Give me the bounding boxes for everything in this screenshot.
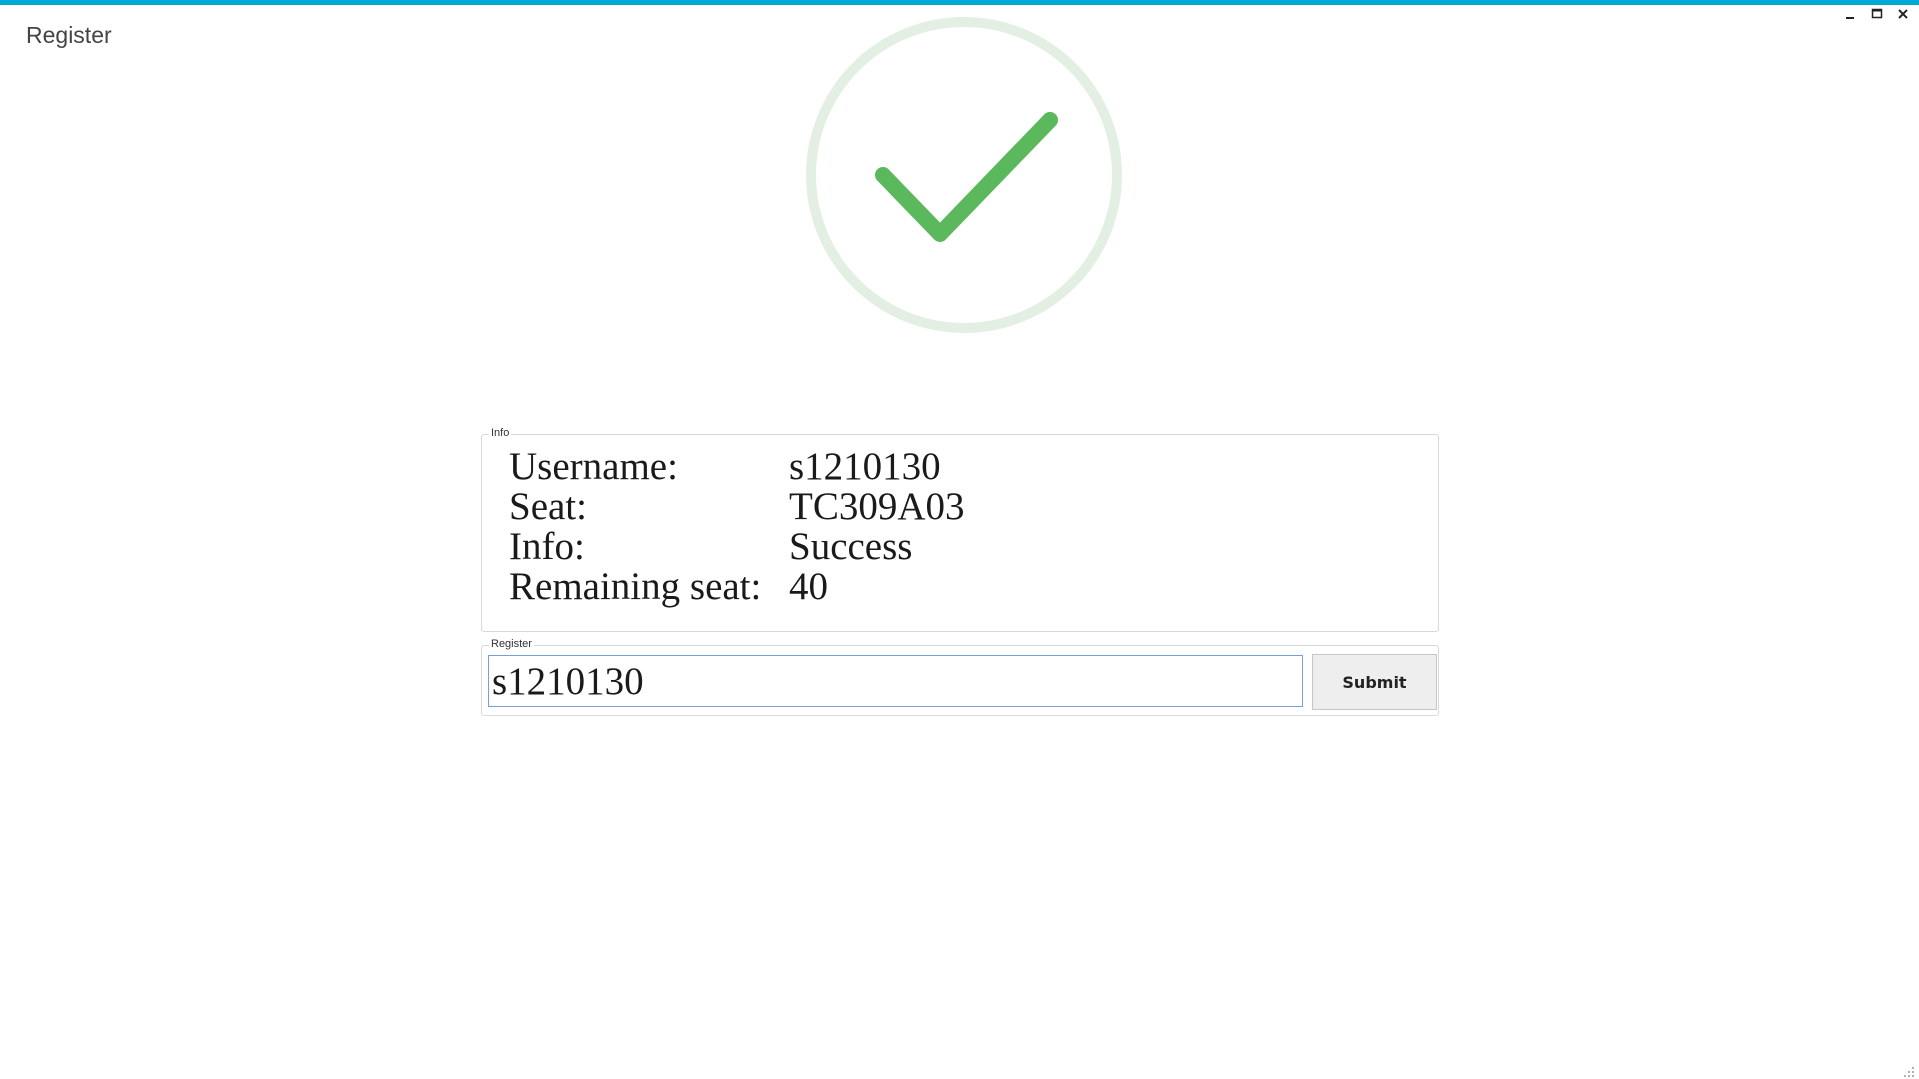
window-controls (1843, 6, 1911, 26)
seat-label: Seat: (509, 485, 587, 528)
success-status-graphic (780, 10, 1145, 375)
remaining-seat-value: 40 (789, 565, 828, 608)
info-label: Info: (509, 525, 585, 568)
info-legend: Info (489, 427, 512, 439)
minimize-icon[interactable] (1843, 6, 1859, 26)
register-groupbox: Register Submit (481, 638, 1439, 716)
checkmark-icon (806, 17, 1122, 333)
status-ring (806, 17, 1122, 333)
resize-grip-icon[interactable] (1903, 1063, 1915, 1077)
register-legend: Register (489, 638, 534, 650)
window-accent-bar (0, 0, 1919, 5)
remaining-seat-label: Remaining seat: (509, 565, 762, 608)
close-icon[interactable] (1895, 6, 1911, 26)
register-window: Register Info Username: s1210130 Seat: T… (0, 0, 1919, 1079)
seat-value: TC309A03 (789, 485, 965, 528)
info-groupbox: Info Username: s1210130 Seat: TC309A03 I… (481, 427, 1439, 632)
window-title: Register (26, 22, 112, 48)
username-label: Username: (509, 445, 678, 488)
username-value: s1210130 (789, 445, 941, 488)
register-input[interactable] (488, 655, 1303, 707)
submit-button[interactable]: Submit (1312, 654, 1437, 710)
maximize-icon[interactable] (1869, 6, 1885, 26)
info-grid: Username: s1210130 Seat: TC309A03 Info: … (509, 447, 965, 607)
info-value: Success (789, 525, 913, 568)
status-check (875, 112, 1058, 242)
